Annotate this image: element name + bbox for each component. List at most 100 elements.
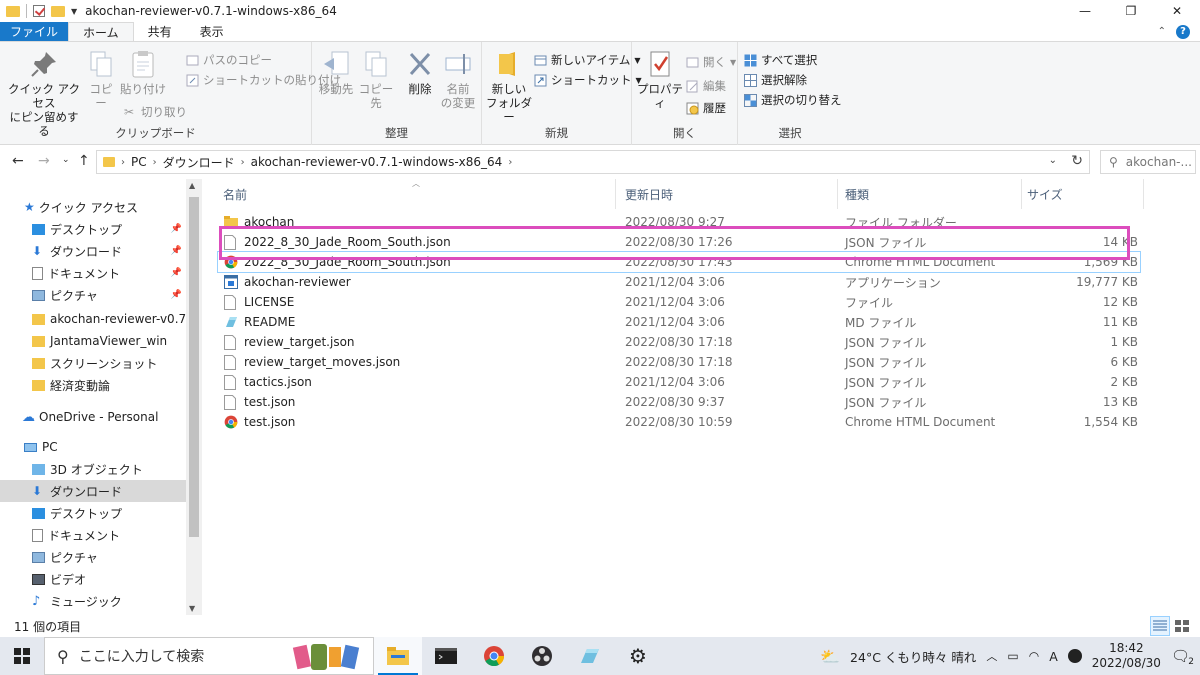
history-button[interactable]: 履歴 (686, 100, 726, 116)
cut-button[interactable]: ✂ 切り取り (124, 104, 187, 120)
file-row[interactable]: review_target.json 2022/08/30 17:18 JSON フ… (218, 332, 1140, 352)
maximize-button[interactable]: ❐ (1108, 0, 1154, 22)
nav-item-downloads[interactable]: ⬇ ダウンロード 📌 (0, 240, 186, 262)
ime-indicator[interactable]: A (1049, 649, 1058, 664)
select-all-button[interactable]: すべて選択 (744, 52, 817, 68)
breadcrumb-current-folder[interactable]: akochan-reviewer-v0.7.1-windows-x86_64 (251, 155, 503, 169)
copy-to-button[interactable]: コピー先 (356, 48, 396, 110)
nav-item-documents[interactable]: ドキュメント 📌 (0, 262, 186, 284)
nav-item-desktop[interactable]: デスクトップ 📌 (0, 218, 186, 240)
nav-item-pc-downloads[interactable]: ⬇ ダウンロード (0, 480, 186, 502)
back-arrow-icon[interactable]: ← (12, 153, 24, 169)
properties-button[interactable]: プロパティ (636, 48, 684, 110)
pin-icon[interactable]: 📌 (171, 268, 182, 278)
properties-quick-icon[interactable] (33, 5, 45, 17)
file-row[interactable]: README 2021/12/04 3:06 MD ファイル 11 KB (218, 312, 1140, 332)
nav-item-pc-desktop[interactable]: デスクトップ (0, 502, 186, 524)
nav-quick-access[interactable]: ★ クイック アクセス (0, 196, 186, 218)
scroll-up-icon[interactable]: ▲ (189, 181, 195, 190)
rename-button[interactable]: 名前 の変更 (438, 48, 478, 110)
column-divider[interactable] (1021, 179, 1022, 209)
paste-button[interactable]: 貼り付け (118, 48, 168, 96)
file-row[interactable]: akochan-reviewer 2021/12/04 3:06 アプリケーション 1… (218, 272, 1140, 292)
weather-icon[interactable]: ⛅ (820, 647, 840, 666)
pin-icon[interactable]: 📌 (171, 224, 182, 234)
column-header-name[interactable]: 名前 (223, 179, 247, 209)
new-folder-quick-icon[interactable] (51, 5, 65, 17)
pin-icon[interactable]: 📌 (171, 290, 182, 300)
file-row[interactable]: akochan 2022/08/30 9:27 ファイル フォルダー (218, 212, 1140, 232)
taskbar-notes-app[interactable] (566, 637, 614, 675)
forward-arrow-icon[interactable]: → (38, 153, 50, 169)
nav-item-pictures[interactable]: ピクチャ 📌 (0, 284, 186, 306)
edit-button[interactable]: 編集 (686, 78, 726, 94)
file-row[interactable]: test.json 2022/08/30 10:59 Chrome HTML Doc… (218, 412, 1140, 432)
taskbar-search[interactable]: ⚲ ここに入力して検索 (44, 637, 374, 675)
breadcrumb-pc[interactable]: PC (131, 155, 147, 169)
column-divider[interactable] (1143, 179, 1144, 209)
battery-icon[interactable]: ▭ (1007, 649, 1018, 663)
nav-item-economics-folder[interactable]: 経済変動論 (0, 374, 186, 396)
open-button[interactable]: 開く ▼ (686, 54, 736, 70)
collapse-ribbon-icon[interactable]: ⌃ (1158, 26, 1166, 37)
scroll-thumb[interactable] (189, 197, 199, 537)
nav-item-screenshots-folder[interactable]: スクリーンショット (0, 352, 186, 374)
file-row[interactable]: 2022_8_30_Jade_Room_South.json 2022/08/30… (218, 232, 1140, 252)
breadcrumb-downloads[interactable]: ダウンロード (163, 154, 235, 171)
copy-button[interactable]: コピー (86, 48, 116, 110)
address-bar[interactable]: › PC › ダウンロード › akochan-reviewer-v0.7.1-… (96, 150, 1090, 174)
up-arrow-icon[interactable]: ↑ (78, 153, 90, 169)
wifi-icon[interactable]: ◠ (1029, 649, 1039, 663)
chevron-up-icon[interactable]: ︿ (986, 648, 997, 664)
select-none-button[interactable]: 選択解除 (744, 72, 807, 88)
column-header-date[interactable]: 更新日時 (625, 179, 673, 209)
ime-mode-icon[interactable] (1067, 649, 1082, 663)
tab-view[interactable]: 表示 (186, 22, 238, 41)
column-header-type[interactable]: 種類 (845, 179, 869, 209)
search-box[interactable]: ⚲ akochan-... (1100, 150, 1196, 174)
chevron-right-icon[interactable]: › (121, 157, 125, 168)
nav-item-music[interactable]: ♪ ミュージック (0, 590, 186, 612)
shortcut-button[interactable]: ショートカット ▼ (534, 72, 642, 88)
nav-item-videos[interactable]: ビデオ (0, 568, 186, 590)
nav-scrollbar[interactable]: ▲ ▼ (186, 179, 202, 615)
new-folder-button[interactable]: 新しい フォルダー (486, 48, 532, 124)
tab-home[interactable]: ホーム (68, 22, 134, 41)
close-button[interactable]: ✕ (1154, 0, 1200, 22)
move-to-button[interactable]: 移動先 (316, 48, 356, 96)
start-button[interactable] (0, 637, 44, 675)
tab-share[interactable]: 共有 (134, 22, 186, 41)
search-input[interactable]: akochan-... (1126, 155, 1192, 169)
notifications-icon[interactable]: 🗨 2 (1171, 647, 1194, 667)
nav-item-jantama-folder[interactable]: JantamaViewer_win (0, 330, 186, 352)
new-item-button[interactable]: 新しいアイテム ▼ (534, 52, 641, 68)
refresh-icon[interactable]: ↻ (1071, 153, 1083, 169)
weather-text[interactable]: 24°C くもり時々 晴れ (850, 647, 976, 666)
nav-item-akochan-folder[interactable]: akochan-reviewer-v0.7.1-windows-x86_64 (0, 308, 186, 330)
taskbar-search-input[interactable]: ここに入力して検索 (79, 646, 205, 666)
chevron-right-icon[interactable]: › (153, 157, 157, 168)
invert-selection-button[interactable]: 選択の切り替え (744, 92, 842, 108)
chevron-right-icon[interactable]: › (508, 157, 512, 168)
file-row[interactable]: 2022_8_30_Jade_Room_South.json 2022/08/30… (217, 251, 1141, 273)
recent-locations-chevron-icon[interactable]: ⌄ (62, 155, 70, 165)
help-icon[interactable]: ? (1176, 24, 1190, 39)
chevron-down-icon[interactable]: ⌄ (1049, 155, 1057, 166)
nav-onedrive[interactable]: ☁ OneDrive - Personal (0, 406, 186, 428)
minimize-button[interactable]: — (1062, 0, 1108, 22)
nav-item-pc-documents[interactable]: ドキュメント (0, 524, 186, 546)
details-view-button[interactable] (1150, 616, 1170, 636)
nav-item-pc-pictures[interactable]: ピクチャ (0, 546, 186, 568)
chevron-right-icon[interactable]: › (241, 157, 245, 168)
taskbar-terminal[interactable] (422, 637, 470, 675)
large-icons-view-button[interactable] (1172, 616, 1192, 636)
customize-quick-access-icon[interactable]: ▼ (71, 7, 77, 16)
column-divider[interactable] (615, 179, 616, 209)
pin-icon[interactable]: 📌 (171, 246, 182, 256)
file-row[interactable]: review_target_moves.json 2022/08/30 17:18… (218, 352, 1140, 372)
column-divider[interactable] (837, 179, 838, 209)
file-row[interactable]: tactics.json 2021/12/04 3:06 JSON ファイル 2 KB (218, 372, 1140, 392)
delete-button[interactable]: 削除 (404, 48, 436, 96)
clock[interactable]: 18:42 2022/08/30 (1092, 641, 1161, 671)
taskbar-settings[interactable]: ⚙ (614, 637, 662, 675)
